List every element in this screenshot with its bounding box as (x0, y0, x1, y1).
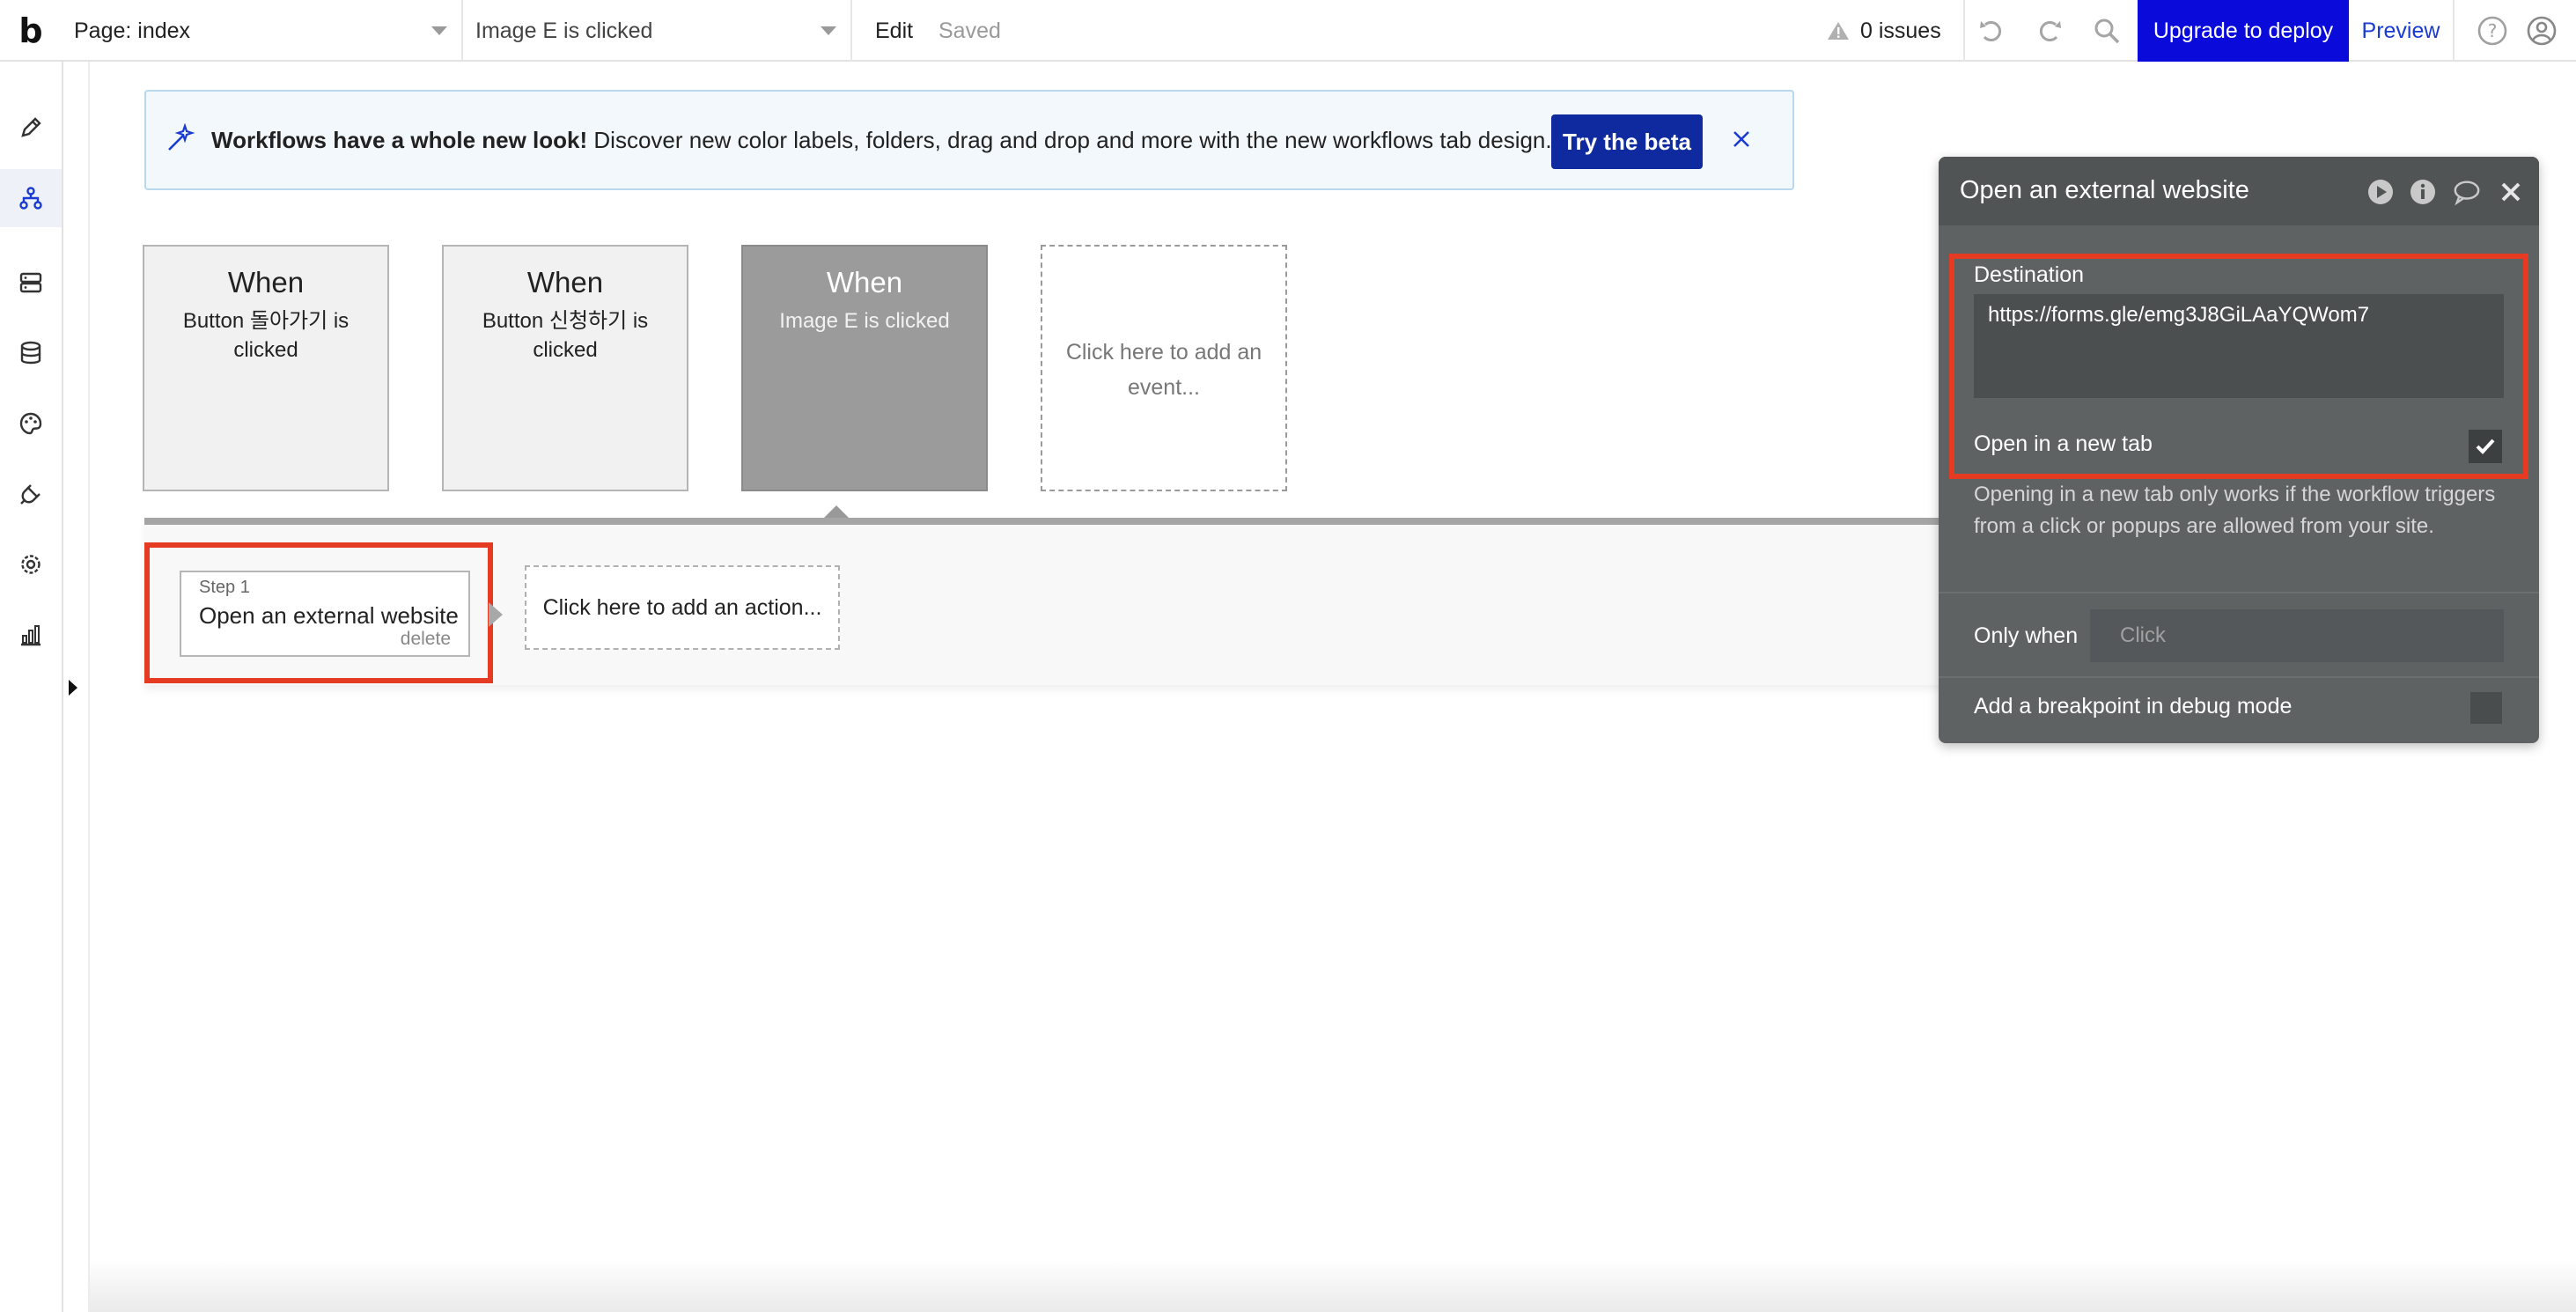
redo-icon[interactable] (2030, 12, 2067, 49)
panel-title: Open an external website (1960, 176, 2249, 204)
banner-body: Discover new color labels, folders, drag… (587, 127, 1552, 153)
page-selector[interactable]: Page: index (62, 0, 463, 62)
sparkle-wand-icon (168, 123, 195, 151)
pencil-icon (21, 117, 41, 137)
close-panel-icon[interactable] (2497, 178, 2525, 206)
plugins-tab[interactable] (0, 465, 62, 523)
only-when-label: Only when (1974, 623, 2079, 648)
info-icon[interactable] (2409, 178, 2437, 206)
event-card[interactable]: When Button 신청하기 is clicked (442, 245, 688, 491)
logs-chart-icon (21, 625, 40, 646)
database-tab[interactable] (0, 324, 62, 382)
preview-button[interactable]: Preview (2349, 0, 2453, 62)
undo-icon[interactable] (1974, 12, 2011, 49)
logs-tab[interactable] (0, 606, 62, 664)
close-icon[interactable] (1731, 129, 1752, 150)
event-description: Button 신청하기 is clicked (482, 309, 649, 362)
comment-icon[interactable] (2453, 178, 2481, 206)
step-connector-arrow-icon (489, 602, 503, 627)
actions-row: Step 1 Open an external website delete C… (144, 518, 1976, 685)
selected-event-pointer (824, 505, 849, 518)
saved-status: Saved (938, 18, 1001, 43)
workflow-selector[interactable]: Image E is clicked (463, 0, 852, 62)
add-event-card[interactable]: Click here to add an event... (1041, 245, 1287, 491)
highlight-step-box (144, 542, 493, 683)
upgrade-to-deploy-button[interactable]: Upgrade to deploy (2138, 0, 2349, 62)
top-bar: b Page: index Image E is clicked Edit Sa… (0, 0, 2576, 62)
add-action-button[interactable]: Click here to add an action... (525, 565, 840, 650)
database-icon (20, 341, 41, 365)
page-selector-value: Page: index (74, 18, 191, 43)
svg-text:?: ? (2488, 20, 2498, 41)
divider (1963, 0, 1965, 62)
divider (1939, 592, 2539, 593)
issues-count: 0 issues (1860, 18, 1941, 43)
new-tab-note: Opening in a new tab only works if the w… (1974, 483, 2496, 538)
breakpoint-label: Add a breakpoint in debug mode (1974, 694, 2293, 719)
workflow-selector-value: Image E is clicked (475, 18, 653, 43)
event-when-label: When (526, 266, 604, 299)
left-sidebar (0, 62, 63, 1312)
edit-menu[interactable]: Edit (875, 0, 913, 62)
design-tab[interactable] (0, 99, 62, 157)
canvas-divider (88, 62, 90, 1312)
event-card-selected[interactable]: When Image E is clicked (741, 245, 988, 491)
warning-icon (1828, 22, 1849, 40)
chevron-down-icon (821, 26, 836, 35)
palette-icon (19, 412, 42, 435)
issues-indicator[interactable]: 0 issues (1827, 0, 1941, 62)
panel-header: Open an external website (1939, 157, 2539, 225)
settings-tab[interactable] (0, 535, 62, 593)
event-when-label: When (826, 266, 903, 299)
event-description: Image E is clicked (779, 309, 950, 333)
divider (1939, 676, 2539, 678)
event-when-label: When (227, 266, 305, 299)
event-card[interactable]: When Button 돌아가기 is clicked (143, 245, 389, 491)
banner-title: Workflows have a whole new look! (211, 127, 588, 153)
bubble-logo[interactable]: b (12, 12, 49, 49)
workflow-icon (19, 187, 42, 210)
add-event-label: Click here to add an event... (1065, 340, 1262, 400)
try-the-beta-button[interactable]: Try the beta (1551, 114, 1703, 169)
breakpoint-checkbox[interactable] (2470, 692, 2502, 724)
help-icon[interactable]: ? (2474, 12, 2511, 49)
search-icon[interactable] (2088, 12, 2125, 49)
event-description: Button 돌아가기 is clicked (182, 309, 350, 362)
workflow-tab[interactable] (0, 169, 62, 227)
new-look-banner: Workflows have a whole new look! Discove… (144, 90, 1794, 190)
expand-sidebar-arrow-icon[interactable] (69, 680, 77, 696)
banner-message: Workflows have a whole new look! Discove… (211, 127, 1552, 154)
plugin-icon (20, 484, 40, 505)
account-avatar-icon[interactable] (2523, 12, 2560, 49)
play-icon[interactable] (2366, 178, 2395, 206)
only-when-input[interactable]: Click (2090, 609, 2504, 662)
settings-gear-icon (21, 555, 40, 574)
canvas-bottom-shadow (90, 1259, 2576, 1312)
styles-tab[interactable] (0, 394, 62, 453)
chevron-down-icon (431, 26, 447, 35)
action-properties-panel: Open an external website Destination htt… (1939, 157, 2539, 743)
data-tab[interactable] (0, 254, 62, 312)
data-server-icon (19, 272, 42, 293)
highlight-destination-box (1949, 254, 2528, 479)
divider (2453, 0, 2455, 62)
